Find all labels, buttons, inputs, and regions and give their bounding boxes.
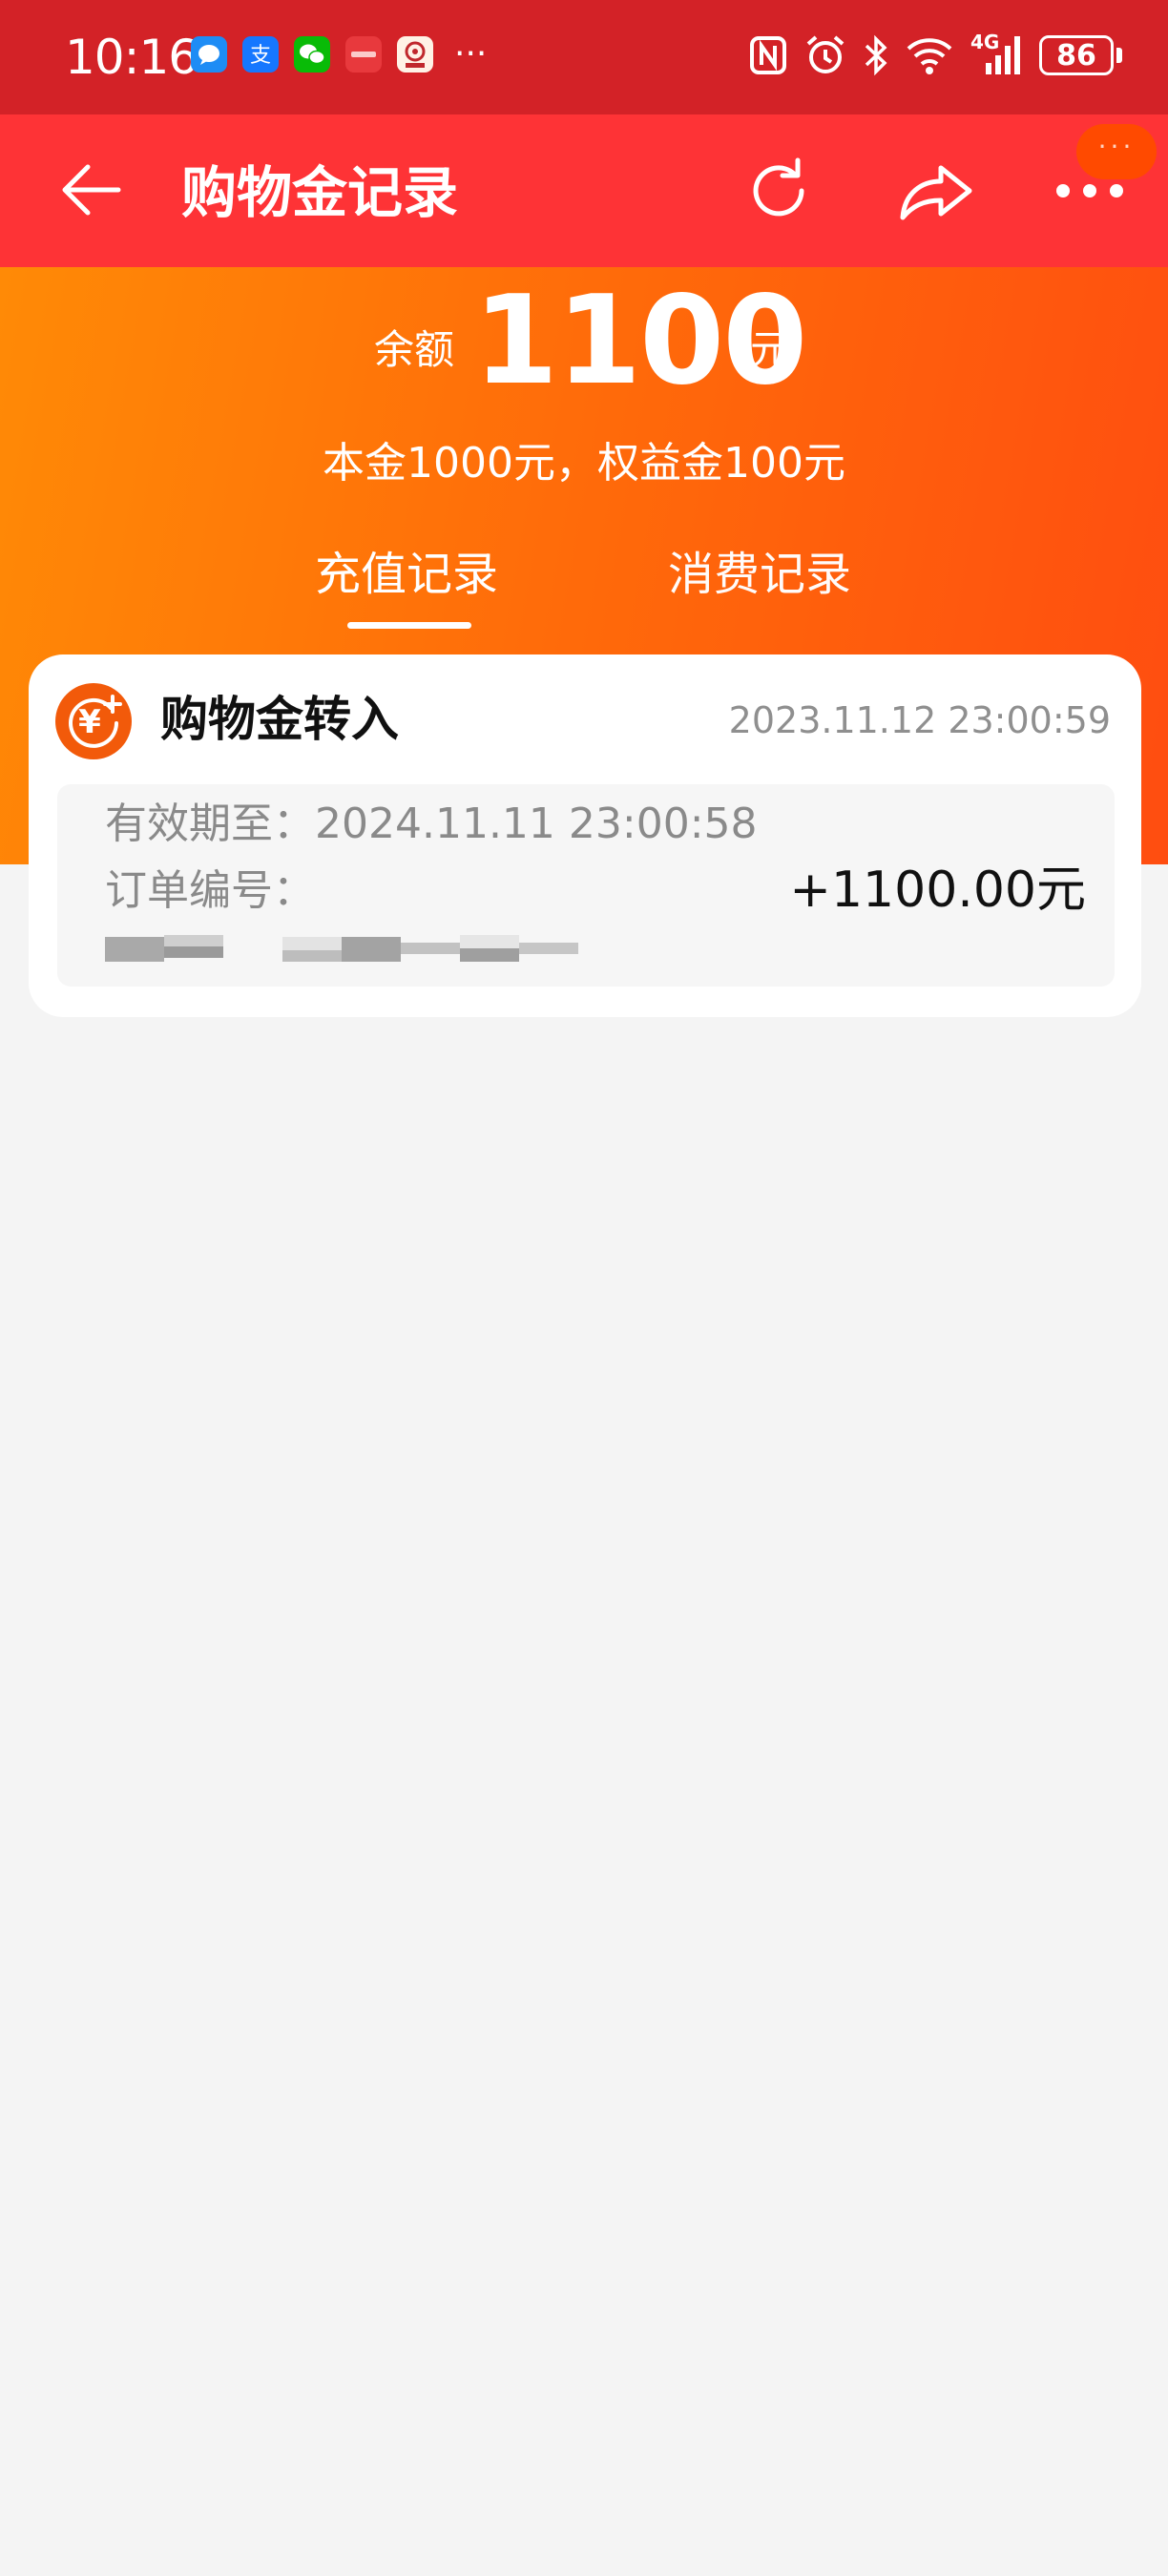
bank-app-icon — [397, 36, 433, 73]
balance-unit: 元 — [750, 326, 791, 373]
notification-icons: 支 ··· — [191, 36, 487, 73]
mini-program-badge[interactable]: ··· — [1076, 124, 1157, 179]
balance-row: 余额 1100 元 — [0, 267, 1168, 408]
status-bar: 10:16 支 ··· 4G 86 — [0, 0, 1168, 114]
tab-spending-records[interactable]: 消费记录 — [668, 544, 851, 605]
record-timestamp: 2023.11.12 23:00:59 — [728, 699, 1111, 741]
message-app-icon — [191, 36, 227, 73]
nfc-icon — [750, 36, 786, 74]
svg-text:¥: ¥ — [78, 703, 101, 741]
wechat-icon — [294, 36, 330, 73]
back-arrow-icon[interactable] — [57, 156, 126, 224]
wifi-icon — [907, 38, 952, 74]
svg-text:支: 支 — [250, 44, 271, 68]
balance-label: 余额 — [374, 326, 455, 373]
huawei-store-icon — [345, 36, 382, 73]
battery-cap — [1116, 48, 1122, 63]
status-time: 10:16 — [65, 30, 198, 85]
share-icon[interactable] — [895, 153, 975, 229]
redacted-order-number — [105, 935, 578, 962]
battery-indicator: 86 — [1039, 35, 1122, 75]
record-details: 有效期至：2024.11.11 23:00:58 订单编号： +1100.00元 — [57, 784, 1115, 987]
order-number-label: 订单编号： — [105, 866, 315, 915]
record-card[interactable]: ¥ 购物金转入 2023.11.12 23:00:59 有效期至：2024.11… — [29, 654, 1141, 1017]
page-title: 购物金记录 — [181, 160, 459, 225]
alipay-icon: 支 — [242, 36, 279, 73]
system-icons: 4G 86 — [749, 31, 1122, 76]
yuan-coin-icon: ¥ — [55, 683, 132, 759]
record-title: 购物金转入 — [160, 692, 399, 747]
alarm-icon — [806, 35, 845, 73]
battery-level: 86 — [1039, 35, 1114, 75]
nav-bar: 购物金记录 — [0, 114, 1168, 267]
balance-breakdown: 本金1000元，权益金100元 — [323, 439, 845, 488]
record-amount: +1100.00元 — [789, 862, 1086, 919]
expiry-date: 有效期至：2024.11.11 23:00:58 — [105, 800, 758, 848]
bluetooth-icon — [865, 34, 887, 76]
more-notifications: ··· — [454, 34, 488, 73]
signal-icon: 4G — [970, 31, 1022, 76]
refresh-icon[interactable] — [740, 153, 817, 229]
tab-recharge-records[interactable]: 充值记录 — [315, 544, 498, 605]
active-tab-indicator — [347, 622, 471, 629]
